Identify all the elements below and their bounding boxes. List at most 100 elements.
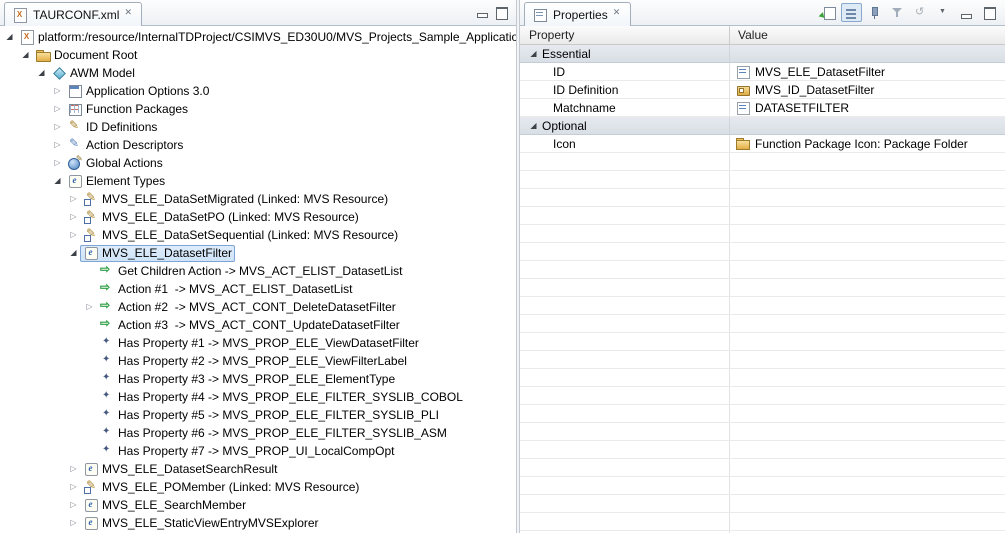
tree-row[interactable]: Get Children Action -> MVS_ACT_ELIST_Dat… [0, 262, 516, 280]
tree-node-selected[interactable]: MVS_ELE_DatasetFilter [80, 245, 235, 262]
tree-row[interactable]: ▷MVS_ELE_DataSetMigrated (Linked: MVS Re… [0, 190, 516, 208]
tree-node[interactable]: MVS_ELE_DataSetPO (Linked: MVS Resource) [80, 209, 362, 226]
twisty-expanded-icon[interactable]: ◢ [67, 244, 80, 262]
maximize-icon[interactable] [494, 6, 508, 19]
twisty-collapsed-icon[interactable]: ▷ [51, 154, 64, 172]
view-menu-button[interactable] [933, 3, 954, 22]
category-row[interactable]: ◢Optional [520, 117, 1005, 135]
tree-row[interactable]: ▷MVS_ELE_DataSetPO (Linked: MVS Resource… [0, 208, 516, 226]
twisty-collapsed-icon[interactable]: ▷ [83, 298, 96, 316]
tree-node[interactable]: platform:/resource/InternalTDProject/CSI… [16, 29, 516, 46]
twisty-collapsed-icon[interactable]: ▷ [51, 82, 64, 100]
twisty-expanded-icon[interactable]: ◢ [527, 121, 540, 130]
tree-node[interactable]: Has Property #1 -> MVS_PROP_ELE_ViewData… [96, 335, 422, 352]
tab-taurconf-xml[interactable]: TAURCONF.xml [4, 2, 142, 26]
twisty-collapsed-icon[interactable]: ▷ [67, 496, 80, 514]
tree-node[interactable]: Element Types [64, 173, 168, 190]
twisty-expanded-icon[interactable]: ◢ [19, 46, 32, 64]
category-row[interactable]: ◢Essential [520, 45, 1005, 63]
minimize-button[interactable] [956, 3, 977, 22]
tree-node[interactable]: Global Actions [64, 155, 166, 172]
tree-row[interactable]: ▷Function Packages [0, 100, 516, 118]
tree-node[interactable]: Document Root [32, 47, 140, 64]
tree-node[interactable]: MVS_ELE_POMember (Linked: MVS Resource) [80, 479, 362, 496]
twisty-collapsed-icon[interactable]: ▷ [67, 226, 80, 244]
property-row[interactable]: ID DefinitionMVS_ID_DatasetFilter [520, 81, 1005, 99]
tree-node[interactable]: Get Children Action -> MVS_ACT_ELIST_Dat… [96, 263, 405, 280]
close-icon[interactable] [124, 10, 134, 20]
twisty-collapsed-icon[interactable]: ▷ [51, 118, 64, 136]
tree-row[interactable]: ▷MVS_ELE_DataSetSequential (Linked: MVS … [0, 226, 516, 244]
restore-default-value-button[interactable] [910, 3, 931, 22]
property-row[interactable]: MatchnameDATASETFILTER [520, 99, 1005, 117]
property-row[interactable]: IDMVS_ELE_DatasetFilter [520, 63, 1005, 81]
property-value[interactable]: MVS_ID_DatasetFilter [755, 83, 874, 97]
twisty-expanded-icon[interactable]: ◢ [35, 64, 48, 82]
column-header-value[interactable]: Value [730, 26, 1005, 44]
tree-node[interactable]: Application Options 3.0 [64, 83, 212, 100]
tree-row[interactable]: ◢Element Types [0, 172, 516, 190]
property-value[interactable]: Function Package Icon: Package Folder [755, 137, 968, 151]
tree-row[interactable]: Has Property #7 -> MVS_PROP_UI_LocalComp… [0, 442, 516, 460]
new-properties-view-button[interactable] [818, 3, 839, 22]
tree-row[interactable]: ▷Global Actions [0, 154, 516, 172]
tree-row[interactable]: ▷Action #2 -> MVS_ACT_CONT_DeleteDataset… [0, 298, 516, 316]
tree-node[interactable]: Action #2 -> MVS_ACT_CONT_DeleteDatasetF… [96, 299, 399, 316]
column-header-property[interactable]: Property [520, 26, 730, 44]
tree-node[interactable]: MVS_ELE_DataSetSequential (Linked: MVS R… [80, 227, 401, 244]
maximize-button[interactable] [979, 3, 1000, 22]
tree-row[interactable]: Action #1 -> MVS_ACT_ELIST_DatasetList [0, 280, 516, 298]
tree-row[interactable]: Action #3 -> MVS_ACT_CONT_UpdateDatasetF… [0, 316, 516, 334]
tree-node[interactable]: AWM Model [48, 65, 138, 82]
minimize-icon[interactable] [475, 6, 489, 19]
tab-properties[interactable]: Properties [524, 2, 631, 26]
twisty-collapsed-icon[interactable]: ▷ [67, 208, 80, 226]
tree-row[interactable]: ◢AWM Model [0, 64, 516, 82]
pin-to-selection-button[interactable] [864, 3, 885, 22]
tree-row[interactable]: ◢platform:/resource/InternalTDProject/CS… [0, 28, 516, 46]
twisty-collapsed-icon[interactable]: ▷ [67, 190, 80, 208]
twisty-collapsed-icon[interactable]: ▷ [67, 460, 80, 478]
twisty-expanded-icon[interactable]: ◢ [527, 49, 540, 58]
tree-row[interactable]: ▷Application Options 3.0 [0, 82, 516, 100]
property-value[interactable]: MVS_ELE_DatasetFilter [755, 65, 885, 79]
property-value[interactable]: DATASETFILTER [755, 101, 849, 115]
property-row[interactable]: IconFunction Package Icon: Package Folde… [520, 135, 1005, 153]
tree-row[interactable]: Has Property #5 -> MVS_PROP_ELE_FILTER_S… [0, 406, 516, 424]
tree-node[interactable]: Has Property #2 -> MVS_PROP_ELE_ViewFilt… [96, 353, 410, 370]
tree-node[interactable]: Has Property #6 -> MVS_PROP_ELE_FILTER_S… [96, 425, 450, 442]
tree-node[interactable]: Has Property #7 -> MVS_PROP_UI_LocalComp… [96, 443, 397, 460]
show-categories-button[interactable] [841, 3, 862, 22]
tree-node[interactable]: MVS_ELE_StaticViewEntryMVSExplorer [80, 515, 322, 532]
tree-row[interactable]: ▷MVS_ELE_POMember (Linked: MVS Resource) [0, 478, 516, 496]
tree-row[interactable]: Has Property #4 -> MVS_PROP_ELE_FILTER_S… [0, 388, 516, 406]
tree-node[interactable]: MVS_ELE_DataSetMigrated (Linked: MVS Res… [80, 191, 391, 208]
tree-row[interactable]: ◢MVS_ELE_DatasetFilter [0, 244, 516, 262]
twisty-expanded-icon[interactable]: ◢ [3, 28, 16, 46]
twisty-collapsed-icon[interactable]: ▷ [67, 478, 80, 496]
tree-node[interactable]: Has Property #3 -> MVS_PROP_ELE_ElementT… [96, 371, 398, 388]
twisty-expanded-icon[interactable]: ◢ [51, 172, 64, 190]
tree-row[interactable]: Has Property #1 -> MVS_PROP_ELE_ViewData… [0, 334, 516, 352]
tree-row[interactable]: Has Property #3 -> MVS_PROP_ELE_ElementT… [0, 370, 516, 388]
tree-row[interactable]: ◢Document Root [0, 46, 516, 64]
tree-node[interactable]: Function Packages [64, 101, 191, 118]
tree-node[interactable]: Has Property #4 -> MVS_PROP_ELE_FILTER_S… [96, 389, 466, 406]
twisty-collapsed-icon[interactable]: ▷ [51, 136, 64, 154]
twisty-collapsed-icon[interactable]: ▷ [67, 514, 80, 532]
tree-row[interactable]: ▷MVS_ELE_StaticViewEntryMVSExplorer [0, 514, 516, 532]
tree-row[interactable]: Has Property #6 -> MVS_PROP_ELE_FILTER_S… [0, 424, 516, 442]
show-advanced-properties-button[interactable] [887, 3, 908, 22]
tree-node[interactable]: MVS_ELE_DatasetSearchResult [80, 461, 280, 478]
tree-row[interactable]: ▷MVS_ELE_SearchMember [0, 496, 516, 514]
tree-row[interactable]: ▷Action Descriptors [0, 136, 516, 154]
tree-node[interactable]: Action #1 -> MVS_ACT_ELIST_DatasetList [96, 281, 355, 298]
close-icon[interactable] [613, 10, 623, 20]
tree-node[interactable]: Action #3 -> MVS_ACT_CONT_UpdateDatasetF… [96, 317, 403, 334]
tree-node[interactable]: ID Definitions [64, 119, 160, 136]
tree-row[interactable]: ▷MVS_ELE_DatasetSearchResult [0, 460, 516, 478]
tree-node[interactable]: Has Property #5 -> MVS_PROP_ELE_FILTER_S… [96, 407, 442, 424]
twisty-collapsed-icon[interactable]: ▷ [51, 100, 64, 118]
tree-row[interactable]: Has Property #2 -> MVS_PROP_ELE_ViewFilt… [0, 352, 516, 370]
tree-node[interactable]: Action Descriptors [64, 137, 186, 154]
